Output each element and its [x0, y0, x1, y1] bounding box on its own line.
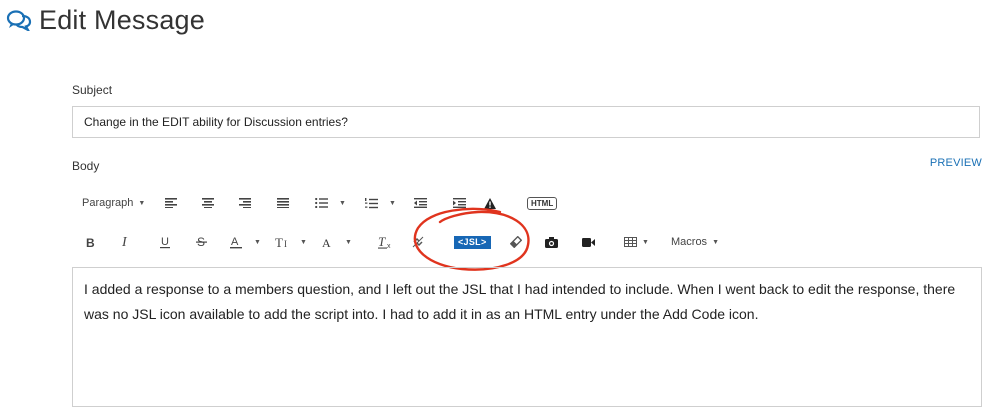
preview-link[interactable]: PREVIEW: [930, 157, 982, 169]
svg-text:I: I: [122, 236, 128, 248]
bold-icon[interactable]: B: [86, 230, 95, 254]
bullet-list-icon[interactable]: ▼: [315, 191, 346, 215]
paragraph-select-label: Paragraph: [82, 197, 134, 209]
strikethrough-icon[interactable]: S: [196, 230, 207, 254]
align-center-icon[interactable]: [202, 191, 214, 215]
page-title: Edit Message: [39, 4, 205, 35]
align-left-icon[interactable]: [165, 191, 177, 215]
body-text: I added a response to a members question…: [84, 281, 956, 322]
html-button[interactable]: HTML: [527, 191, 558, 215]
italic-icon[interactable]: I: [122, 230, 132, 254]
indent-icon[interactable]: [453, 191, 466, 215]
unlink-icon[interactable]: [412, 230, 424, 254]
subject-input[interactable]: Change in the EDIT ability for Discussio…: [72, 106, 980, 138]
svg-text:I: I: [284, 239, 287, 248]
font-family-icon[interactable]: A ▼: [322, 230, 352, 254]
svg-text:B: B: [86, 237, 95, 248]
body-label: Body: [72, 159, 100, 173]
numbered-list-icon[interactable]: ▼: [365, 191, 396, 215]
jsl-label: <JSL>: [454, 235, 491, 249]
svg-text:U: U: [161, 236, 169, 248]
chevron-down-icon: ▼: [389, 199, 396, 207]
clear-format-icon[interactable]: Tx: [378, 230, 393, 254]
eraser-icon[interactable]: [510, 230, 522, 254]
align-right-icon[interactable]: [239, 191, 251, 215]
chevron-down-icon: ▼: [712, 238, 719, 246]
svg-text:x: x: [387, 243, 391, 249]
chevron-down-icon: ▼: [138, 199, 146, 207]
macros-label: Macros: [671, 236, 708, 248]
svg-text:T: T: [378, 236, 386, 249]
chevron-down-icon: ▼: [345, 238, 352, 246]
camera-icon[interactable]: [545, 230, 558, 254]
table-icon[interactable]: ▼: [624, 230, 649, 254]
svg-text:A: A: [231, 236, 239, 248]
chevron-down-icon: ▼: [300, 238, 307, 246]
chevron-down-icon: ▼: [339, 199, 346, 207]
jsl-button[interactable]: <JSL>: [454, 230, 491, 254]
page-header: Edit Message: [0, 0, 205, 40]
chevron-down-icon: ▼: [254, 238, 261, 246]
svg-text:A: A: [322, 236, 331, 248]
chat-bubbles-icon: [0, 4, 38, 36]
body-editor[interactable]: I added a response to a members question…: [72, 267, 982, 407]
underline-icon[interactable]: U: [160, 230, 170, 254]
text-color-icon[interactable]: A ▼: [230, 230, 261, 254]
svg-text:T: T: [275, 236, 283, 248]
chevron-down-icon: ▼: [642, 238, 649, 246]
warning-icon[interactable]: [484, 191, 496, 215]
subject-label: Subject: [72, 83, 113, 97]
outdent-icon[interactable]: [414, 191, 427, 215]
paragraph-select[interactable]: Paragraph ▼: [82, 191, 145, 215]
html-label: HTML: [527, 196, 558, 210]
video-icon[interactable]: [582, 230, 595, 254]
macros-dropdown[interactable]: Macros ▼: [671, 230, 719, 254]
align-justify-icon[interactable]: [277, 191, 289, 215]
font-size-icon[interactable]: TI ▼: [275, 230, 307, 254]
